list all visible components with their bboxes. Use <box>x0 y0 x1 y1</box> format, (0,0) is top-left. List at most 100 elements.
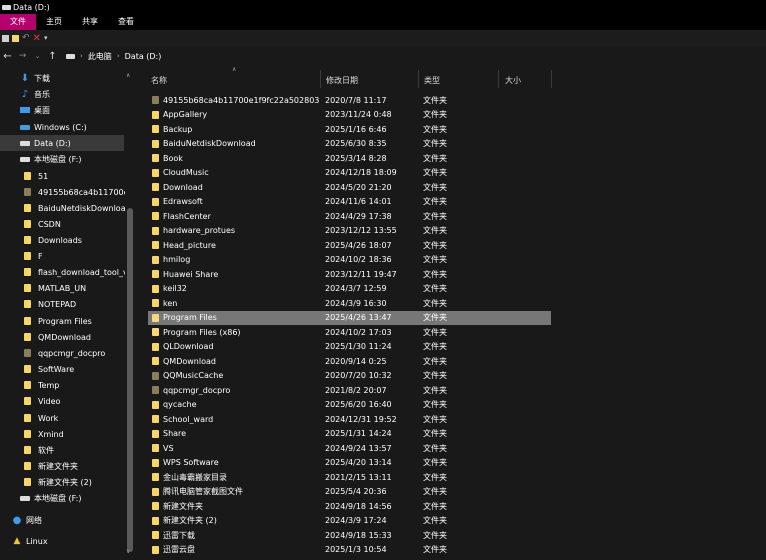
column-header-size[interactable]: 大小 <box>505 72 521 88</box>
sidebar-folder[interactable]: 51 <box>22 168 48 184</box>
file-row[interactable]: FlashCenter 2024/4/29 17:38 文件夹 <box>148 209 551 223</box>
up-button[interactable]: ↑ <box>45 51 60 62</box>
scroll-down-icon[interactable]: ∨ <box>126 548 130 555</box>
column-divider[interactable] <box>320 70 321 88</box>
file-type: 文件夹 <box>423 211 447 221</box>
column-header-name[interactable]: 名称 <box>151 72 167 88</box>
file-row[interactable]: Program Files 2025/4/26 13:47 文件夹 <box>148 310 551 325</box>
chevron-right-icon[interactable]: › <box>80 52 83 60</box>
sidebar-item-downloads[interactable]: ⬇ 下载 <box>18 70 50 86</box>
file-row[interactable]: School_ward 2024/12/31 19:52 文件夹 <box>148 412 551 426</box>
sidebar-folder[interactable]: 新建文件夹 (2) <box>22 474 92 490</box>
file-type: 文件夹 <box>423 472 447 482</box>
file-name: 新建文件夹 <box>163 501 203 511</box>
file-row[interactable]: 迅雷云盘 2025/1/3 10:54 文件夹 <box>148 543 551 557</box>
file-row[interactable]: Huawei Share 2023/12/11 19:47 文件夹 <box>148 267 551 281</box>
sidebar-folder[interactable]: NOTEPAD <box>22 296 76 312</box>
sidebar-folder[interactable]: Xmind <box>22 426 64 442</box>
file-row[interactable]: CloudMusic 2024/12/18 18:09 文件夹 <box>148 166 551 180</box>
breadcrumb-drive[interactable]: Data (D:) <box>125 52 162 61</box>
file-row[interactable]: 新建文件夹 (2) 2024/3/9 17:24 文件夹 <box>148 514 551 528</box>
file-row[interactable]: Download 2024/5/20 21:20 文件夹 <box>148 180 551 194</box>
tab-view[interactable]: 查看 <box>108 14 144 30</box>
file-name-cell: 金山毒霸搬家目录 <box>152 472 322 483</box>
sidebar-folder[interactable]: 49155b68ca4b11700e <box>22 184 125 200</box>
file-row[interactable]: VS 2024/9/24 13:57 文件夹 <box>148 441 551 455</box>
file-row[interactable]: Backup 2025/1/16 6:46 文件夹 <box>148 122 551 136</box>
sidebar-item-network[interactable]: ● 网络 <box>10 512 42 528</box>
file-row[interactable]: hmilog 2024/10/2 18:36 文件夹 <box>148 253 551 267</box>
file-row[interactable]: 迅雷下载 2024/9/18 15:33 文件夹 <box>148 528 551 542</box>
sidebar-item-desktop[interactable]: 桌面 <box>18 102 50 118</box>
breadcrumb-this-pc[interactable]: 此电脑 <box>88 51 112 62</box>
file-row[interactable]: ken 2024/3/9 16:30 文件夹 <box>148 296 551 310</box>
sidebar-item-local-f[interactable]: 本地磁盘 (F:) <box>18 151 81 167</box>
sidebar-folder[interactable]: QMDownload <box>22 329 91 345</box>
file-row[interactable]: Program Files (x86) 2024/10/2 17:03 文件夹 <box>148 325 551 339</box>
tab-file[interactable]: 文件 <box>0 14 36 30</box>
sidebar-folder[interactable]: Downloads <box>22 232 82 248</box>
scroll-up-icon[interactable]: ∧ <box>126 72 130 79</box>
desktop-icon <box>18 107 32 113</box>
sidebar-folder[interactable]: CSDN <box>22 216 61 232</box>
sidebar-scrollbar-thumb[interactable] <box>127 208 133 552</box>
file-row[interactable]: QQMusicCache 2020/7/20 10:32 文件夹 <box>148 369 551 383</box>
file-row[interactable]: 金山毒霸搬家目录 2021/2/15 13:11 文件夹 <box>148 470 551 484</box>
sidebar-folder[interactable]: flash_download_tool_v <box>22 264 125 280</box>
file-row[interactable]: Head_picture 2025/4/26 18:07 文件夹 <box>148 238 551 252</box>
customize-toolbar-icon[interactable]: ▾ <box>44 34 48 42</box>
sidebar-item-linux[interactable]: ▲ Linux <box>10 533 48 549</box>
properties-icon[interactable] <box>2 34 9 42</box>
column-divider[interactable] <box>498 70 499 88</box>
column-divider[interactable] <box>551 70 552 88</box>
sidebar-folder[interactable]: 软件 <box>22 442 54 458</box>
recent-locations-button[interactable]: ⌄ <box>30 52 45 60</box>
file-row[interactable]: qqpcmgr_docpro 2021/8/2 20:07 文件夹 <box>148 383 551 397</box>
file-row[interactable]: qycache 2025/6/20 16:40 文件夹 <box>148 398 551 412</box>
back-button[interactable]: ← <box>0 51 15 62</box>
sidebar-item-music[interactable]: ♪ 音乐 <box>18 86 50 102</box>
delete-icon[interactable]: ✕ <box>33 33 41 44</box>
file-row[interactable]: 49155b68ca4b11700e1f9fc22a502803 2020/7/8… <box>148 93 551 107</box>
sidebar-folder[interactable]: BaiduNetdiskDownload <box>22 200 125 216</box>
sidebar-folder[interactable]: Temp <box>22 377 59 393</box>
new-folder-icon[interactable] <box>12 34 19 42</box>
file-row[interactable]: 腾讯电脑管家截图文件 2025/5/4 20:36 文件夹 <box>148 485 551 499</box>
sidebar-folder[interactable]: qqpcmgr_docpro <box>22 345 105 361</box>
file-row[interactable]: Share 2025/1/31 14:24 文件夹 <box>148 427 551 441</box>
file-date: 2025/6/20 16:40 <box>325 400 392 409</box>
sidebar-folder[interactable]: Video <box>22 393 60 409</box>
sidebar-folder[interactable]: Program Files <box>22 313 92 329</box>
file-row[interactable]: hardware_protues 2023/12/12 13:55 文件夹 <box>148 224 551 238</box>
file-row[interactable]: Book 2025/3/14 8:28 文件夹 <box>148 151 551 165</box>
tab-share[interactable]: 共享 <box>72 14 108 30</box>
sidebar-folder[interactable]: F <box>22 248 43 264</box>
sidebar-folder[interactable]: SoftWare <box>22 361 74 377</box>
folder-icon <box>23 462 31 470</box>
file-row[interactable]: QLDownload 2025/1/30 11:24 文件夹 <box>148 340 551 354</box>
column-divider[interactable] <box>418 70 419 88</box>
sidebar-folder[interactable]: 新建文件夹 <box>22 458 78 474</box>
tab-home[interactable]: 主页 <box>36 14 72 30</box>
folder-icon <box>152 502 159 510</box>
sidebar-folder[interactable]: Work <box>22 410 58 426</box>
sidebar-item-data-d[interactable]: Data (D:) <box>0 135 124 151</box>
file-row[interactable]: 新建文件夹 2024/9/18 14:56 文件夹 <box>148 499 551 513</box>
sidebar-folder[interactable]: MATLAB_UN <box>22 280 86 296</box>
file-name-cell: Book <box>152 154 322 163</box>
sidebar-item-windows-c[interactable]: Windows (C:) <box>18 119 87 135</box>
file-row[interactable]: BaiduNetdiskDownload 2025/6/30 8:35 文件夹 <box>148 137 551 151</box>
undo-icon[interactable]: ↶ <box>22 33 30 43</box>
file-row[interactable]: keil32 2024/3/7 12:59 文件夹 <box>148 282 551 296</box>
column-header-date[interactable]: 修改日期 <box>326 72 358 88</box>
file-row[interactable]: Edrawsoft 2024/11/6 14:01 文件夹 <box>148 195 551 209</box>
file-row[interactable]: QMDownload 2020/9/14 0:25 文件夹 <box>148 354 551 368</box>
forward-button[interactable]: → <box>15 51 30 61</box>
file-row[interactable]: WPS Software 2025/4/20 13:14 文件夹 <box>148 456 551 470</box>
breadcrumb[interactable]: › 此电脑 › Data (D:) <box>66 51 161 62</box>
sidebar-item-local-f-2[interactable]: 本地磁盘 (F:) <box>18 490 81 506</box>
file-name: CloudMusic <box>163 168 209 177</box>
column-header-type[interactable]: 类型 <box>424 72 440 88</box>
file-row[interactable]: AppGallery 2023/11/24 0:48 文件夹 <box>148 108 551 122</box>
chevron-right-icon[interactable]: › <box>117 52 120 60</box>
